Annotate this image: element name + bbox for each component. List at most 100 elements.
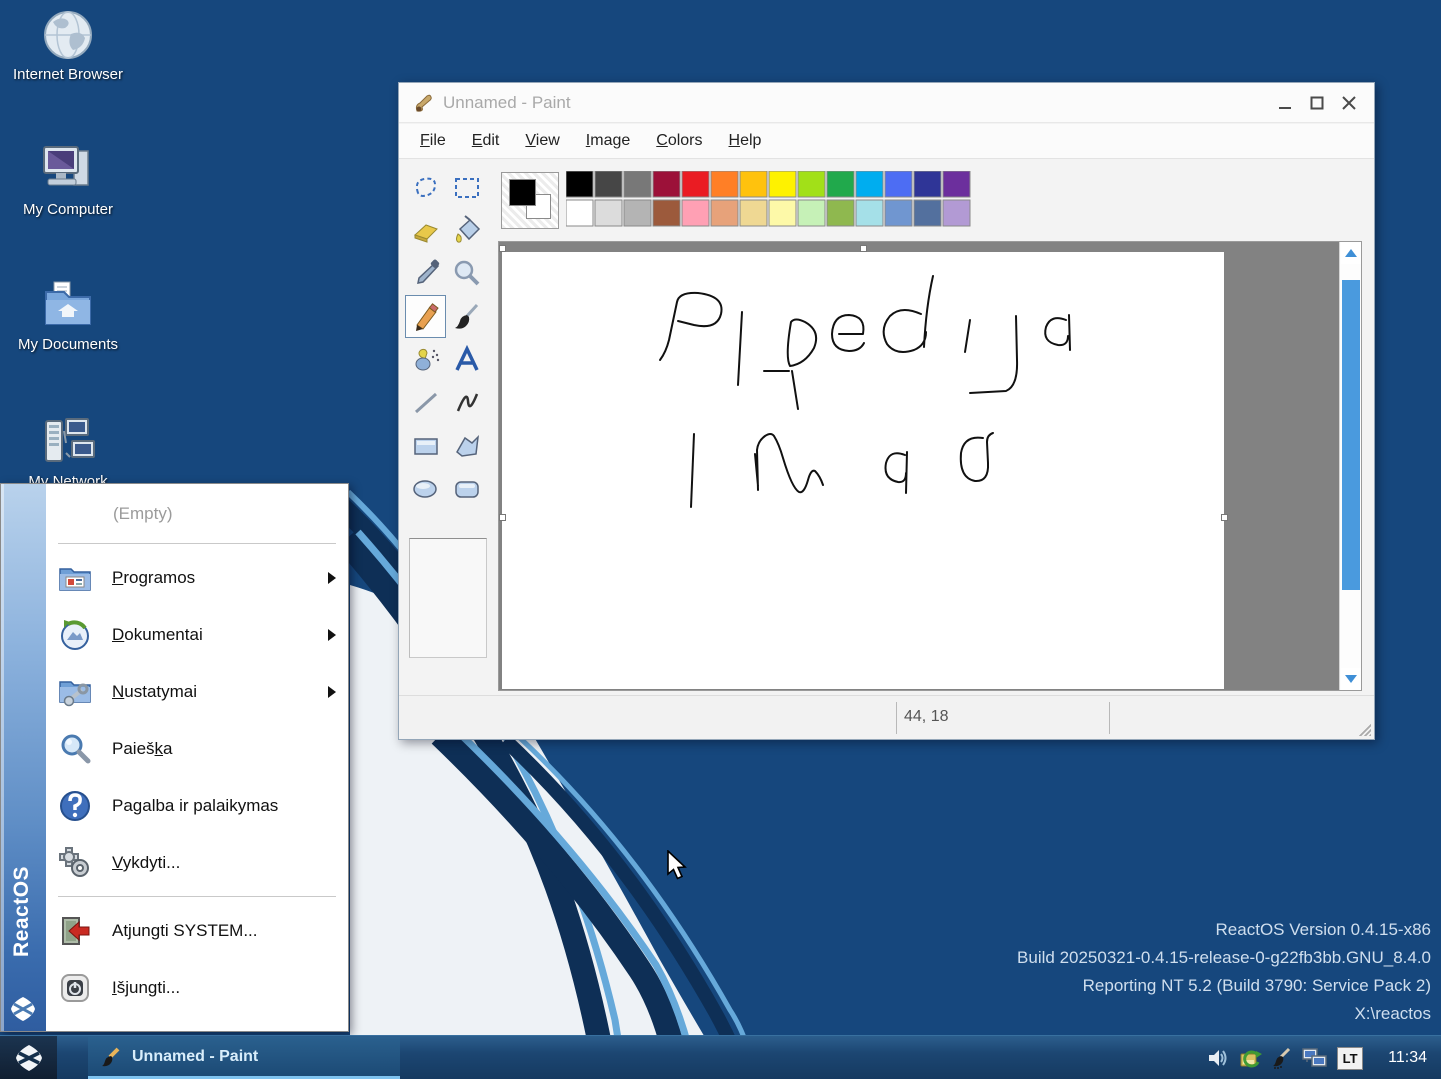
tool-rounded-rectangle[interactable]: [446, 467, 487, 510]
start-menu-item-run[interactable]: Vykdyti...: [46, 834, 348, 891]
tool-fill[interactable]: [446, 209, 487, 252]
text-tool-icon: [450, 343, 484, 377]
start-menu-item-shutdown[interactable]: Išjungti...: [46, 959, 348, 1016]
brush-icon: [450, 300, 484, 334]
window-resize-grip[interactable]: [1359, 724, 1371, 736]
network-places-icon: [40, 413, 96, 469]
tool-text[interactable]: [446, 338, 487, 381]
start-menu-item-documents[interactable]: Dokumentai: [46, 606, 348, 663]
status-divider: [1109, 702, 1110, 734]
palette-swatch: [914, 200, 941, 226]
color-indicator[interactable]: [501, 172, 559, 229]
start-menu-item-settings[interactable]: Nustatymai: [46, 663, 348, 720]
title-bar[interactable]: Unnamed - Paint: [399, 83, 1374, 123]
palette-swatch: [653, 200, 680, 226]
pencil-icon: [409, 300, 443, 334]
tool-airbrush[interactable]: [405, 338, 446, 381]
palette-swatch: [740, 200, 767, 226]
palette-swatch: [653, 171, 680, 197]
brush-tray-icon[interactable]: [1271, 1047, 1293, 1069]
tool-polygon[interactable]: [446, 424, 487, 467]
vertical-scrollbar[interactable]: [1339, 242, 1361, 690]
color-palette[interactable]: [566, 171, 972, 229]
help-icon: [58, 789, 92, 823]
start-menu-item-programs[interactable]: Programos: [46, 549, 348, 606]
close-button[interactable]: [1334, 91, 1364, 115]
eyedropper-icon: [409, 257, 443, 291]
tool-rectangle[interactable]: [405, 424, 446, 467]
curve-tool-icon: [450, 386, 484, 420]
menu-file[interactable]: File: [407, 128, 459, 154]
minimize-icon: [1278, 96, 1292, 110]
tool-ellipse[interactable]: [405, 467, 446, 510]
globe-icon: [41, 8, 95, 62]
search-icon: [58, 732, 92, 766]
start-menu: ReactOS (Empty) Programos: [0, 483, 349, 1032]
fill-bucket-icon: [450, 214, 484, 248]
canvas-resize-handle[interactable]: [499, 245, 506, 252]
tool-options-box[interactable]: [409, 538, 487, 658]
computer-icon: [40, 143, 96, 197]
tool-magnifier[interactable]: [446, 252, 487, 295]
documents-folder-icon: [40, 278, 96, 332]
palette-swatch: [711, 171, 738, 197]
menu-image[interactable]: Image: [573, 128, 643, 154]
menu-bar: File Edit View Image Colors Help: [399, 124, 1374, 159]
tool-palette: [405, 166, 491, 510]
palette-swatch: [624, 171, 651, 197]
paint-canvas[interactable]: [502, 252, 1224, 689]
taskbar-task-paint[interactable]: Unnamed - Paint: [88, 1037, 400, 1079]
desktop-icon-label: My Computer: [8, 201, 128, 219]
palette-swatch: [856, 171, 883, 197]
maximize-button[interactable]: [1302, 91, 1332, 115]
menu-help[interactable]: Help: [716, 128, 775, 154]
tool-pencil[interactable]: [405, 295, 446, 338]
freehand-drawing: [502, 252, 1224, 689]
line-tool-icon: [409, 386, 443, 420]
tool-curve[interactable]: [446, 381, 487, 424]
tool-brush[interactable]: [446, 295, 487, 338]
minimize-button[interactable]: [1270, 91, 1300, 115]
scroll-up-button[interactable]: [1341, 242, 1361, 264]
palette-swatch: [740, 171, 767, 197]
start-menu-separator: [58, 543, 336, 544]
tool-free-form-select[interactable]: [405, 166, 446, 209]
start-menu-item-search[interactable]: Paieška: [46, 720, 348, 777]
palette-swatch: [885, 171, 912, 197]
tool-select[interactable]: [446, 166, 487, 209]
menu-colors[interactable]: Colors: [643, 128, 715, 154]
volume-icon[interactable]: [1207, 1047, 1229, 1069]
submenu-arrow-icon: [328, 572, 336, 584]
scrollbar-thumb[interactable]: [1342, 280, 1360, 590]
tool-color-picker[interactable]: [405, 252, 446, 295]
desktop-icon-my-documents[interactable]: My Documents: [8, 278, 128, 354]
network-tray-icon[interactable]: [1302, 1046, 1328, 1070]
tool-eraser[interactable]: [405, 209, 446, 252]
airbrush-icon: [409, 343, 443, 377]
palette-swatch: [769, 171, 796, 197]
tool-line[interactable]: [405, 381, 446, 424]
paint-task-icon: [100, 1046, 122, 1068]
cursor-coordinates: 44, 18: [904, 708, 948, 726]
palette-swatch: [595, 200, 622, 226]
desktop-icon-internet-browser[interactable]: Internet Browser: [8, 8, 128, 84]
canvas-resize-handle[interactable]: [499, 514, 506, 521]
menu-edit[interactable]: Edit: [459, 128, 513, 154]
status-divider: [896, 702, 897, 734]
start-menu-item-help[interactable]: Pagalba ir palaikymas: [46, 777, 348, 834]
menu-view[interactable]: View: [512, 128, 572, 154]
canvas-resize-handle[interactable]: [1221, 514, 1228, 521]
language-indicator[interactable]: LT: [1337, 1047, 1363, 1070]
desktop-icon-my-computer[interactable]: My Computer: [8, 143, 128, 219]
reactos-logo-icon: [9, 995, 37, 1023]
update-tray-icon[interactable]: [1238, 1046, 1262, 1070]
start-button[interactable]: [0, 1036, 57, 1079]
palette-swatch: [914, 171, 941, 197]
start-menu-item-logoff[interactable]: Atjungti SYSTEM...: [46, 902, 348, 959]
taskbar-clock[interactable]: 11:34: [1388, 1049, 1427, 1067]
desktop-icon-label: Internet Browser: [8, 66, 128, 84]
paint-app-icon: [413, 93, 435, 115]
canvas-resize-handle[interactable]: [860, 245, 867, 252]
status-bar: 44, 18: [399, 695, 1374, 739]
scroll-down-button[interactable]: [1341, 668, 1361, 690]
